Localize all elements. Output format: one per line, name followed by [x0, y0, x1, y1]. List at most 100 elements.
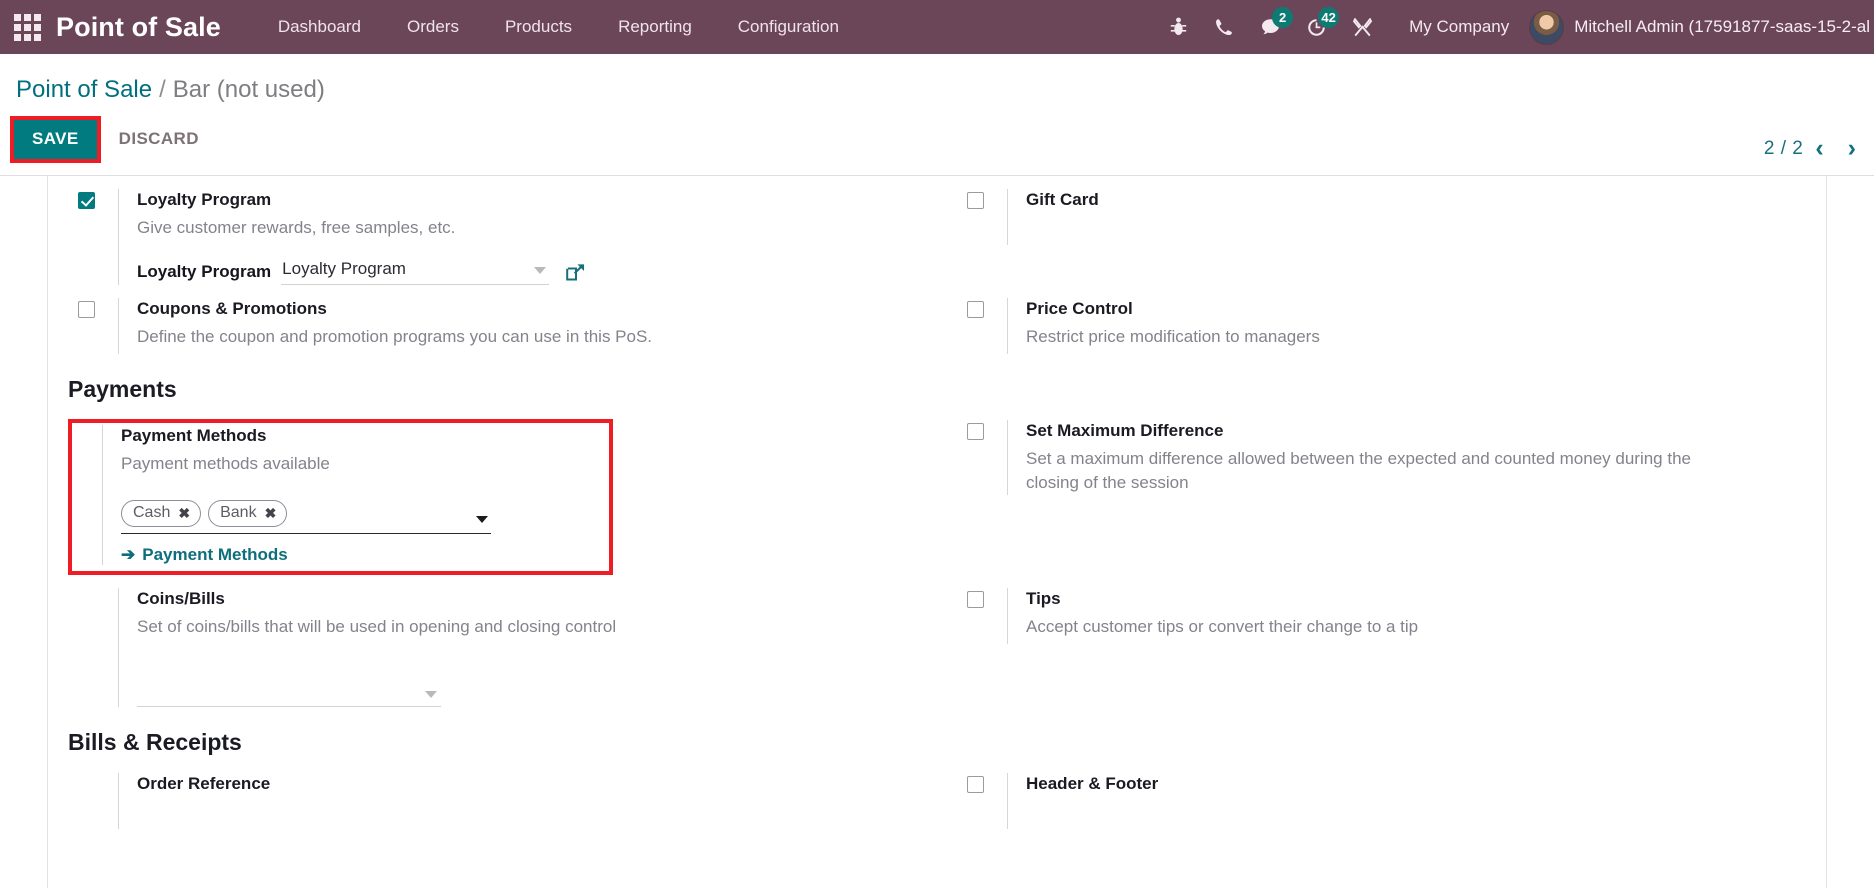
- menu-item-dashboard[interactable]: Dashboard: [255, 0, 384, 54]
- settings-sheet: Loyalty Program Give customer rewards, f…: [47, 176, 1827, 888]
- phone-icon[interactable]: [1201, 0, 1247, 54]
- setting-coins-bills: Coins/Bills Set of coins/bills that will…: [70, 575, 913, 708]
- order-reference-title: Order Reference: [137, 774, 271, 794]
- save-button[interactable]: SAVE: [14, 119, 97, 159]
- payments-section-title: Payments: [68, 376, 177, 403]
- menu-item-orders[interactable]: Orders: [384, 0, 482, 54]
- setting-body: Loyalty Program Give customer rewards, f…: [118, 189, 913, 286]
- activities-badge: 42: [1318, 7, 1340, 28]
- gift-card-checkbox[interactable]: [967, 192, 984, 209]
- activities-clock-icon[interactable]: 42: [1293, 0, 1340, 54]
- coins-bills-title: Coins/Bills: [137, 589, 225, 609]
- discard-button[interactable]: DISCARD: [119, 129, 199, 149]
- messages-badge: 2: [1272, 7, 1294, 28]
- breadcrumb-root[interactable]: Point of Sale: [16, 76, 152, 104]
- setting-price-control: Price Control Restrict price modificatio…: [959, 285, 1802, 355]
- form-scroll-area[interactable]: Loyalty Program Give customer rewards, f…: [0, 176, 1874, 888]
- payment-methods-internal-link[interactable]: ➔ Payment Methods: [121, 545, 288, 565]
- loyalty-program-description: Give customer rewards, free samples, etc…: [137, 217, 456, 237]
- save-button-highlight: SAVE: [10, 115, 101, 163]
- settings-col-right: Tips Accept customer tips or convert the…: [937, 575, 1826, 707]
- settings-col-right: Gift Card: [937, 176, 1826, 285]
- setting-header-footer: Header & Footer: [959, 760, 1802, 830]
- setting-body: Coupons & Promotions Define the coupon a…: [118, 298, 913, 355]
- payment-methods-tags-input[interactable]: Cash ✖ Bank ✖: [121, 496, 491, 535]
- external-link-icon[interactable]: [565, 262, 586, 283]
- top-navbar: Point of Sale Dashboard Orders Products …: [0, 0, 1874, 54]
- checkbox-cell: [959, 588, 1007, 609]
- setting-order-reference: Order Reference: [70, 760, 913, 830]
- loyalty-program-select[interactable]: Loyalty Program: [281, 259, 550, 286]
- pager-next-button[interactable]: ›: [1836, 136, 1856, 161]
- tag-cash-remove-icon[interactable]: ✖: [178, 505, 190, 522]
- menu-item-products[interactable]: Products: [482, 0, 595, 54]
- setting-set-maximum-difference: Set Maximum Difference Set a maximum dif…: [959, 407, 1802, 496]
- loyalty-program-field-row: Loyalty Program Loyalty Program: [137, 259, 913, 286]
- tag-bank[interactable]: Bank ✖: [208, 500, 288, 528]
- coupons-promotions-description: Define the coupon and promotion programs…: [137, 327, 653, 346]
- pager-count: 2 / 2: [1763, 137, 1804, 159]
- user-menu[interactable]: Mitchell Admin (17591877-saas-15-2-al: [1529, 9, 1874, 45]
- settings-col-right: Header & Footer: [937, 760, 1826, 830]
- loyalty-program-checkbox[interactable]: [78, 192, 95, 209]
- company-switcher[interactable]: My Company: [1385, 17, 1529, 37]
- gift-card-title: Gift Card: [1026, 190, 1099, 209]
- avatar: [1529, 9, 1565, 45]
- setting-tips: Tips Accept customer tips or convert the…: [959, 575, 1802, 645]
- tag-cash-label: Cash: [133, 504, 171, 522]
- payment-methods-description: Payment methods available: [121, 454, 330, 473]
- bug-icon[interactable]: [1155, 0, 1201, 54]
- checkbox-cell: [70, 189, 118, 209]
- tag-bank-remove-icon[interactable]: ✖: [265, 505, 277, 522]
- payment-methods-link-label: Payment Methods: [142, 545, 288, 565]
- header-footer-title: Header & Footer: [1026, 774, 1159, 794]
- setting-body: Set Maximum Difference Set a maximum dif…: [1007, 420, 1802, 496]
- price-control-title: Price Control: [1026, 299, 1133, 319]
- checkbox-cell: [959, 298, 1007, 319]
- tools-wrench-icon[interactable]: [1339, 0, 1385, 54]
- checkbox-cell: [70, 588, 118, 591]
- coins-bills-description: Set of coins/bills that will be used in …: [137, 617, 617, 637]
- settings-col-left: Order Reference: [48, 760, 937, 830]
- breadcrumb-separator: /: [159, 76, 166, 103]
- set-maximum-difference-description: Set a maximum difference allowed between…: [1026, 449, 1691, 493]
- settings-row-coupons: Coupons & Promotions Define the coupon a…: [48, 285, 1826, 355]
- payment-methods-title: Payment Methods: [121, 426, 267, 446]
- menu-item-reporting[interactable]: Reporting: [595, 0, 715, 54]
- tips-description: Accept customer tips or convert their ch…: [1026, 617, 1419, 637]
- checkbox-cell: [70, 298, 118, 319]
- coupons-promotions-title: Coupons & Promotions: [137, 299, 327, 319]
- setting-gift-card: Gift Card: [959, 176, 1802, 245]
- setting-body: Header & Footer: [1007, 773, 1802, 830]
- chevron-down-icon[interactable]: [476, 516, 488, 524]
- settings-col-left: Loyalty Program Give customer rewards, f…: [48, 176, 937, 286]
- chevron-down-icon: [534, 267, 547, 275]
- setting-loyalty-program: Loyalty Program Give customer rewards, f…: [70, 176, 913, 286]
- tag-cash[interactable]: Cash ✖: [121, 500, 202, 528]
- settings-row-loyalty: Loyalty Program Give customer rewards, f…: [48, 176, 1826, 286]
- coupons-promotions-checkbox[interactable]: [78, 301, 95, 319]
- price-control-checkbox[interactable]: [967, 301, 984, 319]
- tips-checkbox[interactable]: [967, 591, 984, 609]
- settings-col-left: Coins/Bills Set of coins/bills that will…: [48, 575, 937, 708]
- record-pager: 2 / 2 ‹ ›: [1764, 136, 1856, 161]
- payment-methods-highlight-box: Payment Methods Payment methods availabl…: [68, 419, 613, 576]
- set-maximum-difference-title: Set Maximum Difference: [1026, 421, 1224, 441]
- set-maximum-difference-checkbox[interactable]: [967, 423, 984, 441]
- tag-bank-label: Bank: [220, 504, 257, 522]
- setting-body: Order Reference: [118, 773, 913, 830]
- setting-body: Coins/Bills Set of coins/bills that will…: [118, 588, 913, 708]
- menu-item-configuration[interactable]: Configuration: [715, 0, 862, 54]
- header-footer-checkbox[interactable]: [967, 776, 984, 794]
- loyalty-program-select-value: Loyalty Program: [282, 259, 406, 279]
- breadcrumb: Point of Sale / Bar (not used): [0, 54, 1874, 104]
- settings-col-left: Payment Methods Payment methods availabl…: [48, 407, 937, 576]
- setting-body: Price Control Restrict price modificatio…: [1007, 298, 1802, 355]
- apps-grid-icon[interactable]: [10, 10, 44, 44]
- app-brand-title[interactable]: Point of Sale: [56, 12, 255, 43]
- pager-previous-button[interactable]: ‹: [1803, 136, 1835, 161]
- user-name-label: Mitchell Admin (17591877-saas-15-2-al: [1574, 17, 1870, 36]
- bills-receipts-section-title: Bills & Receipts: [68, 729, 242, 756]
- messages-icon[interactable]: 2: [1247, 0, 1294, 54]
- coins-bills-select[interactable]: [137, 681, 441, 708]
